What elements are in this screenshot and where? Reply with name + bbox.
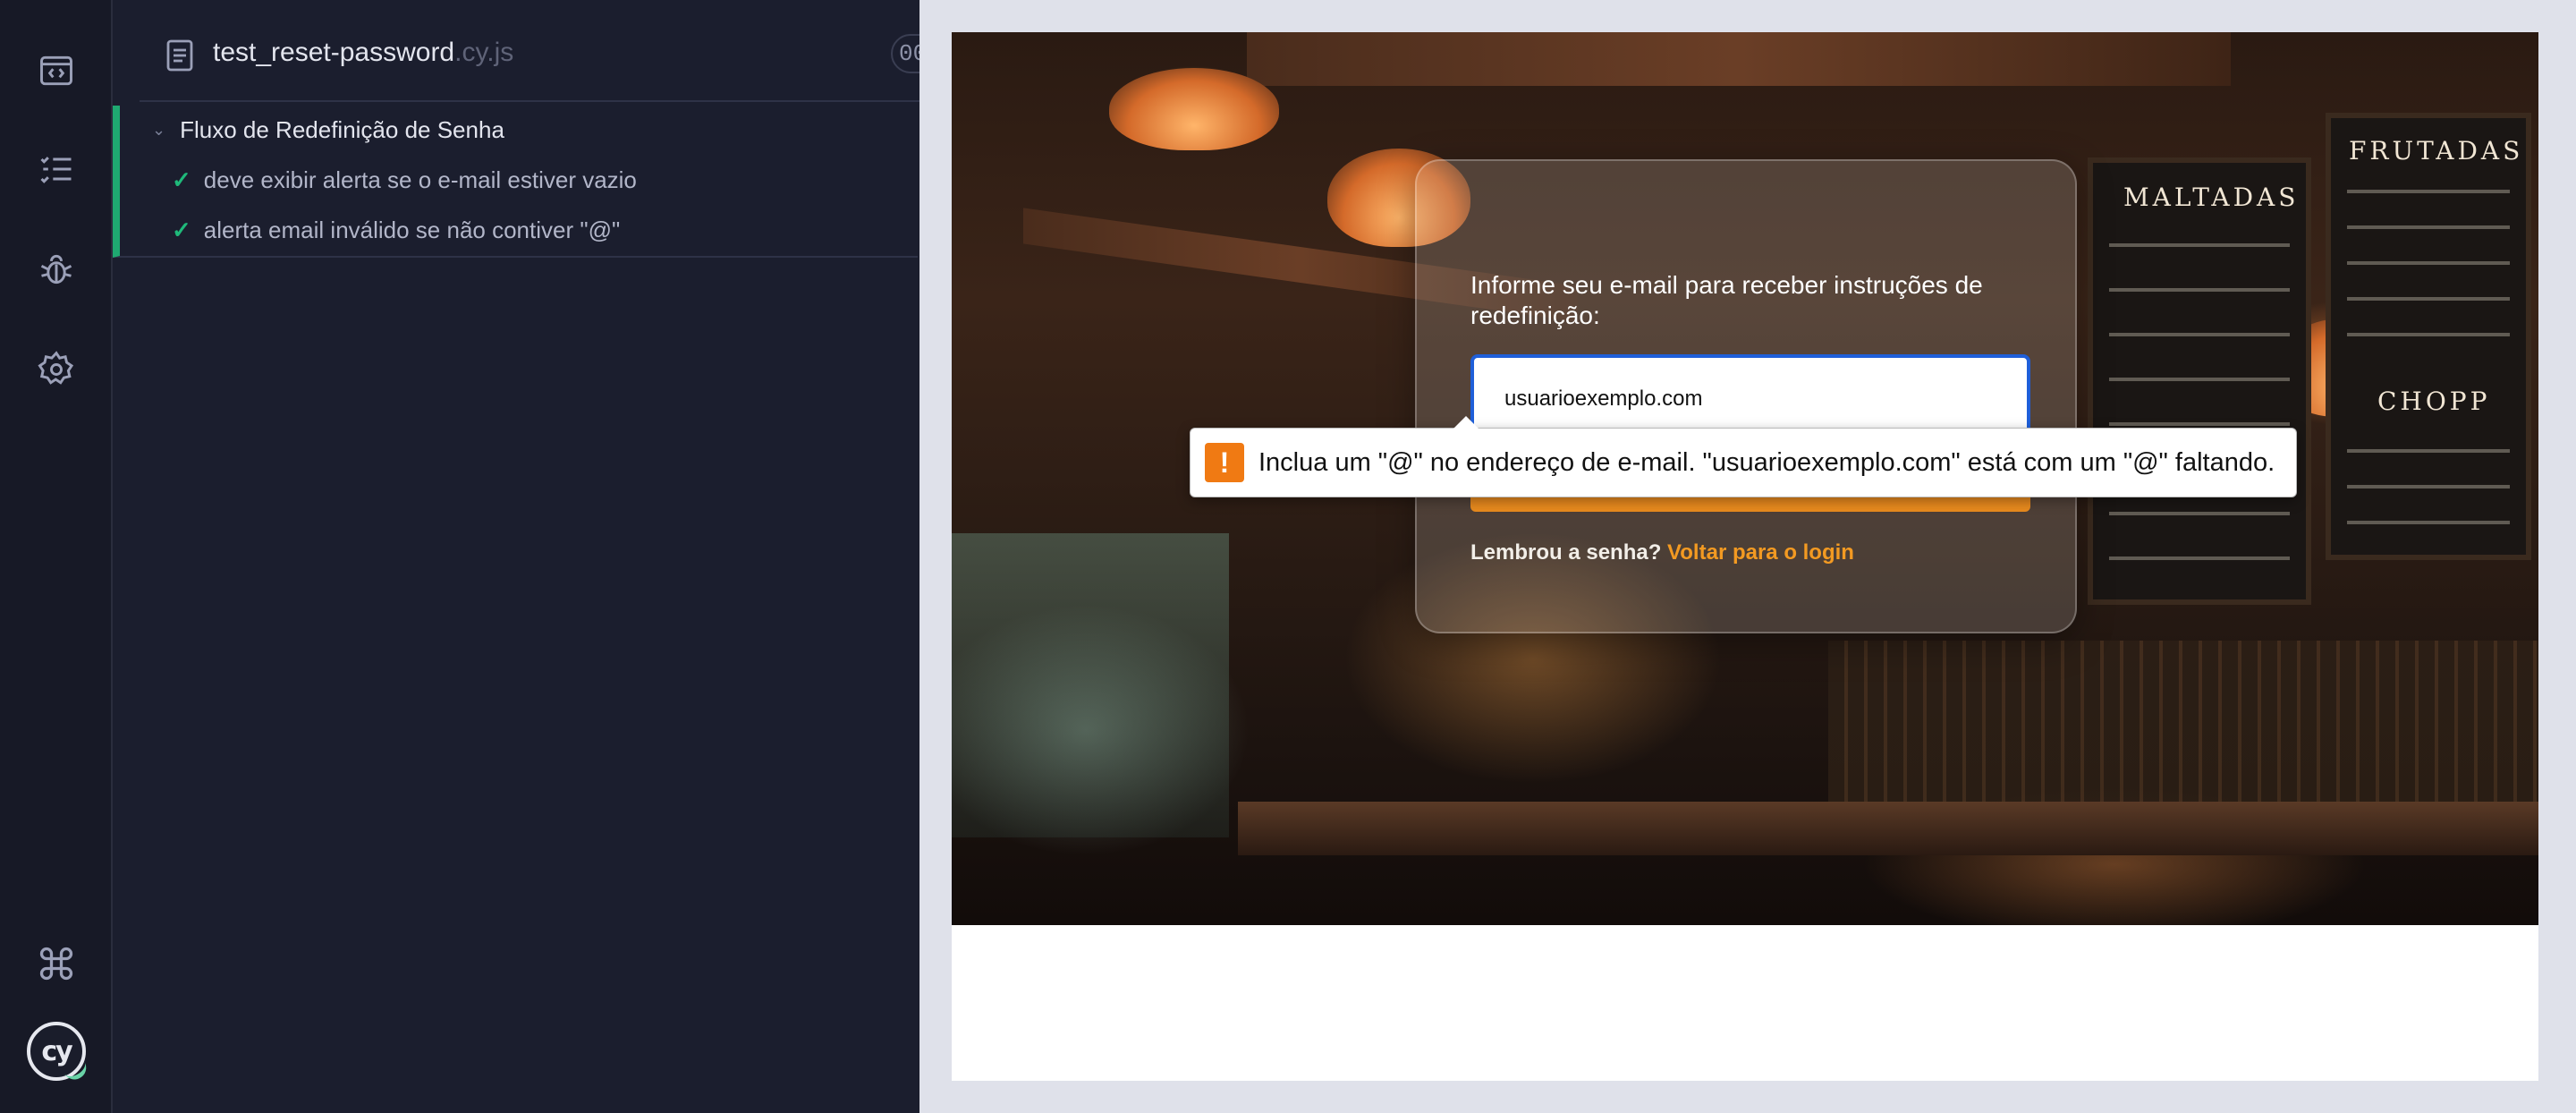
sidebar-nav: cy bbox=[0, 0, 113, 1113]
runs-icon[interactable] bbox=[27, 140, 86, 199]
test-label: deve exibir alerta se o e-mail estiver v… bbox=[203, 166, 637, 193]
debug-icon[interactable] bbox=[27, 240, 86, 299]
menu-board-title: CHOPP bbox=[2377, 387, 2491, 416]
chevron-down-icon: ⌄ bbox=[152, 121, 166, 139]
suite-title: Fluxo de Redefinição de Senha bbox=[180, 116, 504, 143]
cypress-logo[interactable]: cy bbox=[27, 1022, 86, 1081]
remember-label: Lembrou a senha? bbox=[1470, 540, 1662, 565]
menu-board-right: FRUTADAS CHOPP bbox=[2326, 113, 2531, 560]
checkmark-icon: ✓ bbox=[172, 166, 191, 193]
suite-header[interactable]: ⌄ Fluxo de Redefinição de Senha bbox=[152, 116, 504, 144]
spec-file-name[interactable]: test_reset-password.cy.js bbox=[213, 38, 513, 68]
warning-icon: ! bbox=[1205, 443, 1244, 482]
test-label: alerta email inválido se não contiver "@… bbox=[203, 217, 621, 243]
settings-icon[interactable] bbox=[27, 340, 86, 399]
validation-message: Inclua um "@" no endereço de e-mail. "us… bbox=[1258, 447, 2275, 477]
menu-board-left: MALTADAS bbox=[2088, 157, 2311, 605]
file-icon bbox=[166, 39, 193, 72]
test-suite: ⌄ Fluxo de Redefinição de Senha ✓ deve e… bbox=[113, 106, 918, 258]
checkmark-icon: ✓ bbox=[172, 217, 191, 243]
reporter-panel: test_reset-password.cy.js 00:02 ⌄ Fluxo … bbox=[113, 0, 1004, 1113]
test-item[interactable]: ✓ alerta email inválido se não contiver … bbox=[172, 217, 620, 244]
spec-extension: .cy.js bbox=[454, 38, 514, 67]
back-to-login-link[interactable]: Voltar para o login bbox=[1667, 540, 1854, 565]
spec-header: test_reset-password.cy.js 00:02 bbox=[140, 9, 1004, 102]
menu-board-title: FRUTADAS bbox=[2349, 136, 2524, 166]
app-preview-area: MALTADAS FRUTADAS CHOPP Informe seu e-ma… bbox=[919, 0, 2576, 1113]
menu-board-title: MALTADAS bbox=[2123, 183, 2300, 212]
test-item[interactable]: ✓ deve exibir alerta se o e-mail estiver… bbox=[172, 166, 637, 194]
reset-password-card: Informe seu e-mail para receber instruçõ… bbox=[1415, 159, 2077, 633]
app-iframe: MALTADAS FRUTADAS CHOPP Informe seu e-ma… bbox=[952, 32, 2538, 1081]
spec-name-text: test_reset-password bbox=[213, 38, 455, 67]
form-instruction: Informe seu e-mail para receber instruçõ… bbox=[1470, 271, 1983, 329]
validation-tooltip: ! Inclua um "@" no endereço de e-mail. "… bbox=[1190, 416, 2297, 497]
remember-password-text: Lembrou a senha? Voltar para o login bbox=[1470, 540, 1854, 565]
specs-icon[interactable] bbox=[27, 41, 86, 100]
keyboard-shortcuts-icon[interactable] bbox=[27, 934, 86, 993]
